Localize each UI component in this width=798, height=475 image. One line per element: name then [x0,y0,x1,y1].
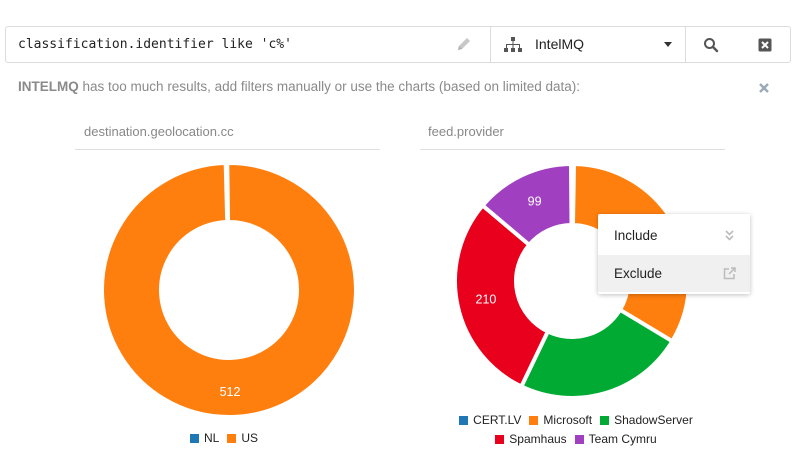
legend-swatch [600,416,610,425]
menu-item-label[interactable]: Exclude [614,266,662,281]
legend-item[interactable]: Spamhaus [495,430,567,449]
legend-swatch [574,435,584,444]
legend-item[interactable]: Team Cymru [574,430,657,449]
legend-item[interactable]: ShadowServer [600,411,693,430]
legend-swatch [529,416,539,425]
menu-item-exclude[interactable]: Exclude [598,255,750,292]
data-label: 210 [476,292,497,306]
menu-item-include[interactable]: Include [598,217,750,254]
chart-context-menu: Include Exclude [598,214,750,294]
data-label: 99 [528,194,542,208]
double-chevron-down-icon [725,230,734,241]
external-link-icon [723,267,736,280]
legend-label: Microsoft [543,413,593,427]
pie-slice-us[interactable] [100,160,358,419]
legend-swatch [190,434,199,443]
legend-swatch [459,416,469,425]
legend-label: Team Cymru [588,432,657,446]
legend-item[interactable]: US [227,431,258,445]
menu-item-label[interactable]: Include [614,228,658,243]
legend-item[interactable]: NL [190,431,219,445]
legend-geolocation: NL US [190,431,266,445]
legend-item[interactable]: CERT.LV [459,411,521,430]
legend-feed-provider: CERT.LV Microsoft ShadowServer Spamhaus Team… [445,411,715,449]
legend-label: NL [204,431,220,445]
data-label: 512 [220,385,241,399]
legend-swatch [227,434,237,443]
legend-item[interactable]: Microsoft [529,411,592,430]
legend-swatch [495,435,505,444]
legend-label: ShadowServer [614,413,693,427]
legend-label: US [241,431,259,445]
legend-label: Spamhaus [509,432,567,446]
legend-label: CERT.LV [473,413,522,427]
